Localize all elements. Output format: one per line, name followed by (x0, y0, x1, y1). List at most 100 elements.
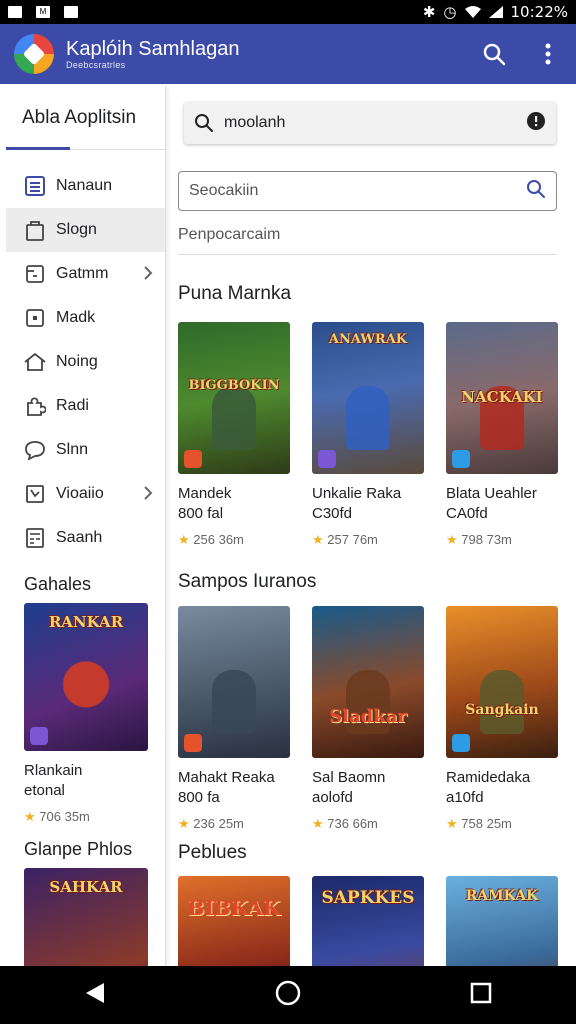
sidebar-item-slogn[interactable]: Slogn (6, 208, 165, 252)
game-rating: ★ 236 25m (178, 816, 290, 832)
game-name: Rlankain (24, 762, 83, 779)
game-art: ANAWRAK (312, 322, 424, 474)
sidebar-item-slnn[interactable]: Slnn (6, 428, 165, 472)
navigation-bar (0, 966, 576, 1024)
game-art-title: Sangkain (465, 702, 539, 718)
game-card[interactable]: SAHKAR (24, 868, 148, 966)
puzzle-icon (24, 395, 46, 417)
info-icon[interactable] (526, 111, 546, 136)
game-subtitle: CA0fd (446, 505, 488, 522)
sidebar-item-gatmm[interactable]: Gatmm (6, 252, 165, 296)
app-logo-icon (14, 34, 54, 74)
star-icon: ★ (446, 816, 458, 831)
game-name: Blata Ueahler (446, 485, 537, 502)
rating-value: 256 36m (193, 532, 244, 547)
sidebar-item-label: Slnn (56, 441, 89, 458)
game-card[interactable]: RANKAR Rlankain etonal ★ 706 35m (24, 603, 148, 825)
sidebar-header[interactable]: Abla Aoplitsin (6, 86, 165, 150)
rating-value: 236 25m (193, 816, 244, 831)
game-art-title: SAHKAR (49, 878, 123, 896)
sidebar-item-radi[interactable]: Radi (6, 384, 165, 428)
game-art-title: RAMKAK (465, 888, 539, 904)
game-art: BIGGBOKIN (178, 322, 290, 474)
game-card[interactable]: NACKAKI Blata Ueahler CA0fd ★ 798 73m (446, 322, 558, 548)
wifi-icon (464, 6, 481, 18)
gallery-icon (8, 6, 22, 18)
mail-icon: M (36, 6, 50, 18)
alarm-icon: ◷ (443, 3, 457, 21)
sidebar: Abla Aoplitsin Nanaun Slogn Gatmm Madk N… (6, 86, 166, 966)
sidebar-item-madk[interactable]: Madk (6, 296, 165, 340)
game-rating: ★ 758 25m (446, 816, 558, 832)
app-badge-icon (452, 734, 470, 752)
notification-icon (64, 6, 78, 18)
game-character (212, 669, 256, 734)
game-name: Mandek (178, 485, 232, 502)
game-row: Mahakt Reaka 800 fa ★ 236 25m Sladkar Sa… (178, 606, 558, 832)
app-bar: Kaplóih Samhlagan Deebcsratrles (0, 24, 576, 84)
app-badge-icon (184, 734, 202, 752)
sidebar-section-title: Gahales (24, 574, 92, 594)
game-rating: ★ 256 36m (178, 532, 290, 548)
app-badge-icon (452, 450, 470, 468)
game-art-title: Sladkar (329, 706, 407, 727)
search-icon[interactable] (526, 179, 546, 204)
search-icon[interactable] (480, 40, 508, 68)
game-card[interactable]: RAMKAK (446, 876, 558, 966)
section-title: Sampos Iuranos (178, 571, 317, 592)
back-icon[interactable] (84, 981, 106, 1010)
game-card[interactable]: SAPKKES (312, 876, 424, 966)
sidebar-item-vioaiio[interactable]: Vioaiio (6, 472, 165, 516)
more-vert-icon[interactable] (534, 40, 562, 68)
chart-icon (24, 483, 46, 505)
game-art-title: BIBKAK (187, 896, 281, 920)
search-input[interactable]: Seocakiin (178, 171, 557, 211)
game-card[interactable]: Sladkar Sal Baomn aolofd ★ 736 66m (312, 606, 424, 832)
signal-icon (488, 6, 503, 18)
bluetooth-icon: ✱ (422, 3, 436, 21)
sidebar-section-title: Glanpe Phlos (24, 839, 133, 859)
game-rating: ★ 798 73m (446, 532, 558, 548)
game-row: BIGGBOKIN Mandek 800 fal ★ 256 36m ANAWR… (178, 322, 558, 548)
game-character (346, 385, 390, 450)
game-subtitle: etonal (24, 782, 65, 799)
rating-value: 736 66m (327, 816, 378, 831)
rating-value: 706 35m (39, 809, 90, 824)
game-card[interactable]: Mahakt Reaka 800 fa ★ 236 25m (178, 606, 290, 832)
sidebar-item-label: Nanaun (56, 177, 113, 194)
game-card[interactable]: BIBKAK (178, 876, 290, 966)
game-card[interactable]: BIGGBOKIN Mandek 800 fal ★ 256 36m (178, 322, 290, 548)
search-hint: Penpocarcaim (178, 226, 281, 243)
game-art: RAMKAK (446, 876, 558, 966)
game-rating: ★ 736 66m (312, 816, 424, 832)
app-badge-icon (30, 727, 48, 745)
home-button-icon[interactable] (274, 979, 302, 1012)
game-art: SAPKKES (312, 876, 424, 966)
search-icon (195, 114, 213, 132)
game-art: Sangkain (446, 606, 558, 758)
top-search-bar[interactable]: moolanh (184, 102, 556, 144)
star-icon: ★ (24, 809, 36, 824)
sidebar-item-label: Gatmm (56, 265, 109, 282)
game-art: SAHKAR (24, 868, 148, 966)
sidebar-item-label: Radi (56, 397, 89, 414)
recents-icon[interactable] (470, 982, 492, 1009)
chevron-right-icon (143, 265, 153, 286)
game-name: Unkalie Raka (312, 485, 402, 502)
game-card[interactable]: ANAWRAK Unkalie Raka C30fd ★ 257 76m (312, 322, 424, 548)
star-icon: ★ (446, 532, 458, 547)
game-card[interactable]: Sangkain Ramidedaka a10fd ★ 758 25m (446, 606, 558, 832)
sidebar-item-label: Madk (56, 309, 96, 326)
game-art-title: SAPKKES (321, 888, 415, 908)
grid-icon (24, 175, 46, 197)
game-art-title: NACKAKI (461, 388, 543, 406)
game-art: NACKAKI (446, 322, 558, 474)
rating-value: 257 76m (327, 532, 378, 547)
sidebar-item-noing[interactable]: Noing (6, 340, 165, 384)
game-subtitle: 800 fa (178, 789, 220, 806)
game-art-title: RANKAR (48, 613, 124, 631)
sidebar-item-nanaun[interactable]: Nanaun (6, 164, 165, 208)
game-subtitle: C30fd (312, 505, 353, 522)
sidebar-item-saanh[interactable]: Saanh (6, 516, 165, 560)
game-rating: ★ 257 76m (312, 532, 424, 548)
